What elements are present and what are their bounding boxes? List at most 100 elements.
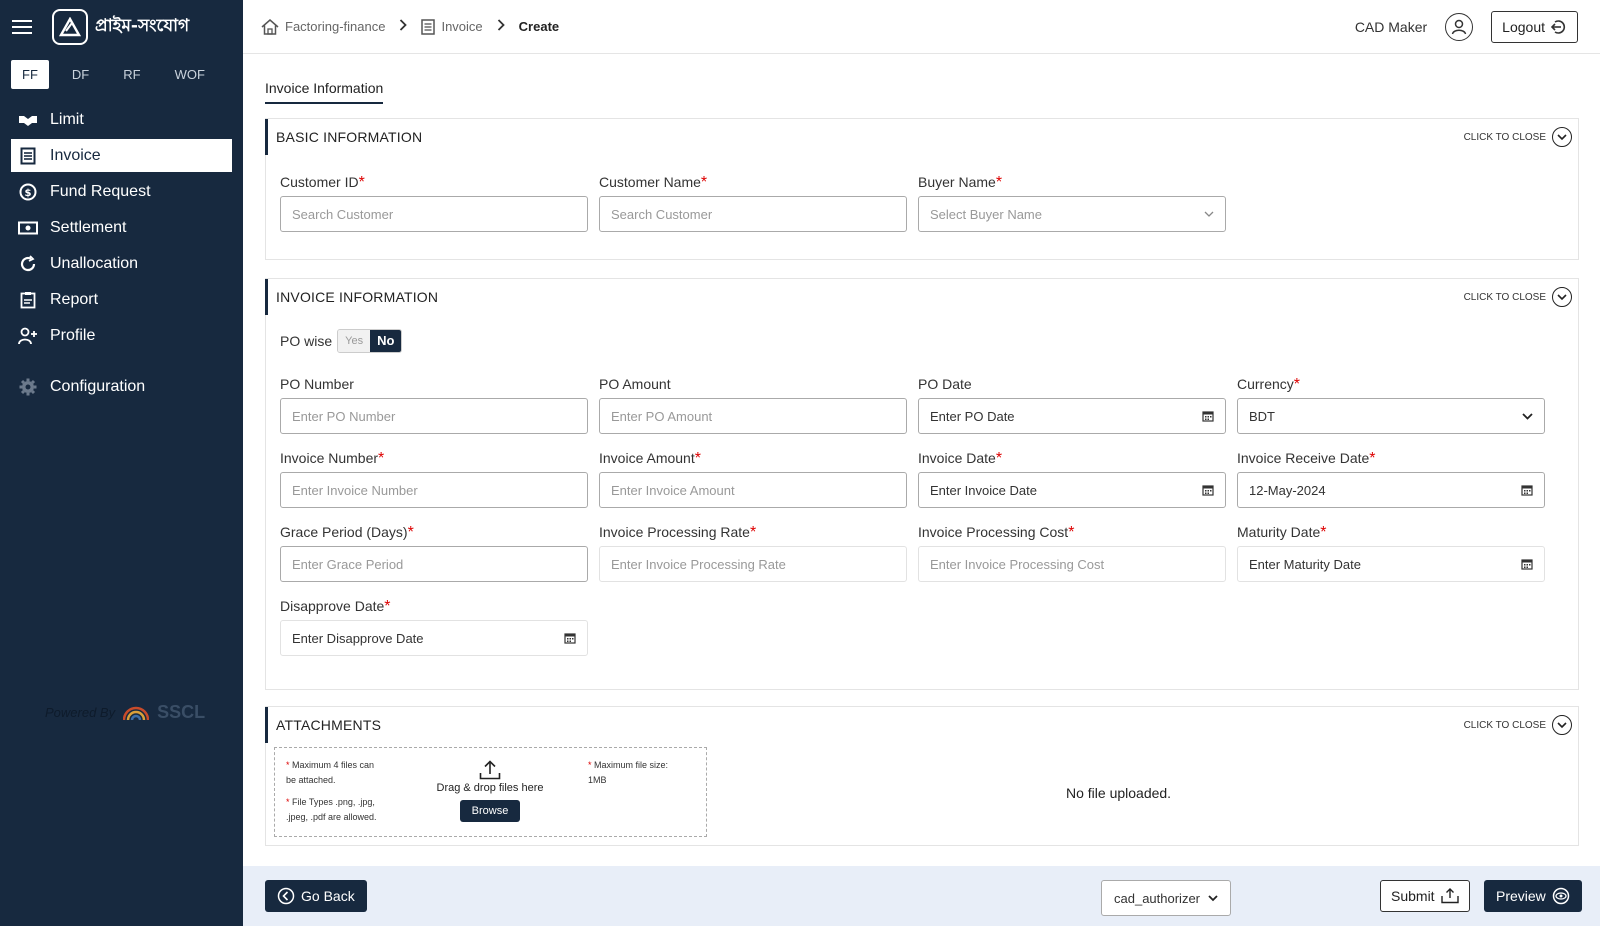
calendar-icon[interactable]: [1202, 410, 1214, 422]
field-label: Customer ID: [280, 174, 359, 190]
po-date-input[interactable]: Enter PO Date: [918, 398, 1226, 434]
customer-id-input[interactable]: Search Customer: [280, 196, 588, 232]
required-marker: *: [1293, 376, 1301, 393]
sidebar-item-limit[interactable]: Limit: [11, 103, 232, 136]
calendar-icon[interactable]: [1521, 484, 1533, 496]
submit-button[interactable]: Submit: [1380, 880, 1470, 912]
po-amount-input[interactable]: Enter PO Amount: [599, 398, 907, 434]
maturity-date-field: Maturity Date* Enter Maturity Date: [1237, 524, 1545, 582]
close-label: CLICK TO CLOSE: [1463, 291, 1546, 303]
currency-select[interactable]: BDT: [1237, 398, 1545, 434]
po-wise-no[interactable]: No: [370, 330, 402, 352]
invoice-receive-date-field: Invoice Receive Date* 12-May-2024: [1237, 450, 1545, 508]
po-wise-toggle[interactable]: Yes No: [337, 329, 403, 353]
invoice-number-input[interactable]: Enter Invoice Number: [280, 472, 588, 508]
note-text: File Types .png, .jpg,: [292, 797, 375, 807]
tab-rf[interactable]: RF: [112, 60, 151, 89]
sidebar-item-fund-request[interactable]: $ Fund Request: [11, 175, 232, 208]
disapprove-date-field: Disapprove Date* Enter Disapprove Date: [280, 598, 588, 656]
sidebar-item-label: Configuration: [50, 377, 146, 395]
po-number-field: PO Number Enter PO Number: [280, 376, 588, 434]
click-to-close-toggle[interactable]: CLICK TO CLOSE: [1464, 127, 1572, 147]
sidebar-item-invoice[interactable]: Invoice: [11, 139, 232, 172]
grace-period-input[interactable]: Enter Grace Period: [280, 546, 588, 582]
chevron-down-icon: [1208, 894, 1218, 902]
close-label: CLICK TO CLOSE: [1463, 719, 1546, 731]
upload-icon: [425, 760, 555, 780]
calendar-icon: [1521, 558, 1533, 570]
click-to-close-toggle[interactable]: CLICK TO CLOSE: [1464, 287, 1572, 307]
select-value: BDT: [1249, 408, 1275, 424]
refresh-icon: [18, 254, 38, 274]
field-label: Invoice Number: [280, 450, 379, 466]
breadcrumb-create: Create: [519, 19, 559, 34]
top-header: Factoring-finance Invoice Create CAD Mak…: [243, 0, 1600, 54]
basic-information-card: BASIC INFORMATION CLICK TO CLOSE Custome…: [265, 118, 1579, 260]
product-tabs: FF DF RF WOF: [11, 60, 243, 89]
sidebar-item-label: Report: [50, 290, 99, 308]
invoice-icon: [18, 146, 38, 166]
sidebar-item-settlement[interactable]: Settlement: [11, 211, 232, 244]
sidebar-nav: Limit Invoice $ Fund Request Settlement …: [0, 103, 243, 403]
field-label: Invoice Processing Cost: [918, 524, 1069, 540]
max-size-note: * Maximum file size: 1MB: [588, 760, 669, 785]
required-marker: *: [995, 174, 1003, 191]
processing-cost-input: Enter Invoice Processing Cost: [918, 546, 1226, 582]
note-text: Maximum 4 files can: [292, 760, 375, 770]
breadcrumb-factoring-finance[interactable]: Factoring-finance: [261, 18, 385, 35]
sidebar-item-configuration[interactable]: Configuration: [11, 370, 232, 403]
user-role: CAD Maker: [1354, 18, 1428, 35]
sidebar-item-label: Profile: [50, 326, 96, 344]
required-marker: *: [1369, 450, 1376, 467]
chevron-down-icon: [1522, 412, 1533, 420]
po-wise-yes[interactable]: Yes: [338, 330, 371, 352]
customer-name-input[interactable]: Search Customer: [599, 196, 907, 232]
currency-field: Currency* BDT: [1237, 376, 1545, 434]
card-header: BASIC INFORMATION CLICK TO CLOSE: [265, 119, 1578, 155]
back-circle-icon: [277, 887, 295, 905]
po-amount-field: PO Amount Enter PO Amount: [599, 376, 907, 434]
tab-wof[interactable]: WOF: [164, 60, 216, 89]
action-footer: Go Back cad_authorizer Submit Preview: [243, 866, 1600, 926]
buyer-name-select[interactable]: Select Buyer Name: [918, 196, 1226, 232]
click-to-close-toggle[interactable]: CLICK TO CLOSE: [1464, 715, 1572, 735]
logo-text: প্রাইম-সংযোগ: [95, 16, 190, 36]
chevron-down-circle-icon: [1552, 715, 1572, 735]
tab-df[interactable]: DF: [61, 60, 100, 89]
po-number-input[interactable]: Enter PO Number: [280, 398, 588, 434]
menu-icon[interactable]: [12, 20, 32, 34]
sidebar-item-label: Unallocation: [50, 254, 139, 272]
note-text: Maximum file size:: [594, 760, 669, 770]
breadcrumb-invoice[interactable]: Invoice: [421, 18, 483, 35]
field-label: PO Amount: [599, 376, 671, 392]
preview-button[interactable]: Preview: [1484, 880, 1582, 912]
field-label: Invoice Receive Date: [1237, 450, 1370, 466]
sidebar-item-report[interactable]: Report: [11, 283, 232, 316]
input-placeholder: Enter Maturity Date: [1249, 556, 1361, 572]
sidebar-item-label: Fund Request: [50, 182, 151, 200]
header-actions: CAD Maker Logout: [1354, 10, 1578, 43]
file-drop-zone[interactable]: * Maximum 4 files can be attached. * Fil…: [274, 747, 707, 837]
logout-button[interactable]: Logout: [1491, 10, 1578, 43]
sidebar-item-unallocation[interactable]: Unallocation: [11, 247, 232, 280]
app-logo[interactable]: প্রাইম-সংযোগ: [52, 9, 189, 45]
avatar[interactable]: [1445, 12, 1474, 41]
powered-brand: SSCL: [157, 702, 206, 722]
sidebar-item-profile[interactable]: Profile: [11, 319, 232, 352]
field-label: Invoice Date: [918, 450, 996, 466]
select-value: cad_authorizer: [1114, 890, 1200, 906]
required-marker: *: [358, 174, 365, 191]
tab-invoice-information[interactable]: Invoice Information: [265, 80, 384, 104]
sidebar-item-label: Settlement: [50, 218, 127, 236]
invoice-amount-input[interactable]: Enter Invoice Amount: [599, 472, 907, 508]
breadcrumb-label: Invoice: [441, 19, 483, 34]
calendar-icon[interactable]: [1202, 484, 1214, 496]
processing-rate-field: Invoice Processing Rate* Enter Invoice P…: [599, 524, 907, 582]
invoice-receive-date-input[interactable]: 12-May-2024: [1237, 472, 1545, 508]
input-placeholder: Enter Invoice Date: [930, 482, 1037, 498]
authorizer-select[interactable]: cad_authorizer: [1101, 880, 1231, 916]
tab-ff[interactable]: FF: [11, 60, 49, 89]
invoice-date-input[interactable]: Enter Invoice Date: [918, 472, 1226, 508]
go-back-button[interactable]: Go Back: [265, 880, 367, 912]
browse-button[interactable]: Browse: [459, 800, 521, 822]
